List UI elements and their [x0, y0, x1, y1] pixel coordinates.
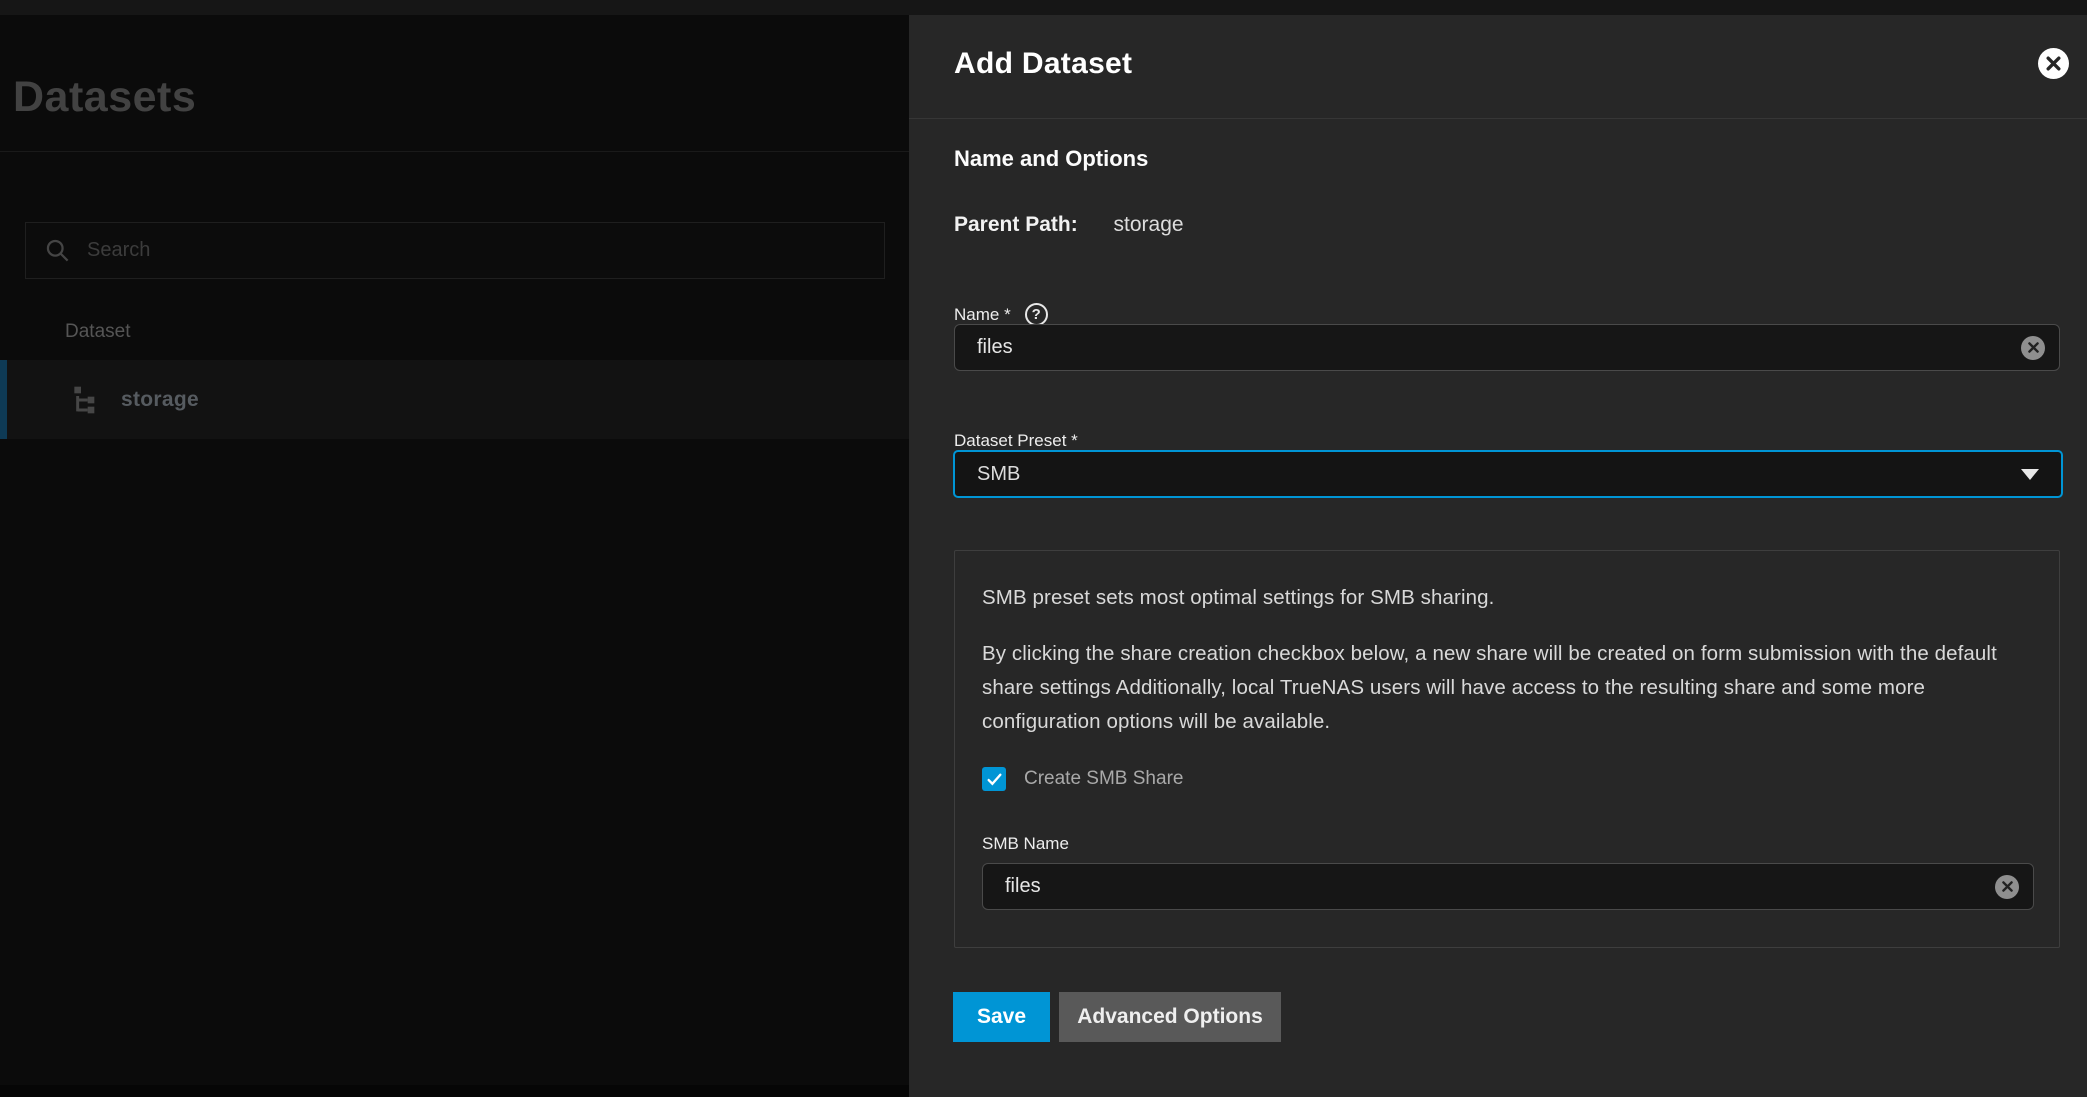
smb-name-input[interactable] — [1005, 875, 1995, 898]
column-header-dataset: Dataset — [65, 321, 130, 343]
parent-path: Parent Path: storage — [954, 213, 1184, 237]
name-input[interactable] — [977, 336, 2021, 359]
clear-name-button[interactable] — [2021, 336, 2045, 360]
advanced-options-button[interactable]: Advanced Options — [1059, 992, 1281, 1042]
dataset-row-label: storage — [121, 388, 199, 412]
clear-smb-name-button[interactable] — [1995, 875, 2019, 899]
checkmark-icon — [986, 771, 1003, 788]
panel-title: Add Dataset — [954, 47, 1132, 81]
preset-info-line2: By clicking the share creation checkbox … — [982, 637, 2034, 739]
clear-icon — [2001, 880, 2014, 893]
datasets-page-background: Datasets Dataset storage — [0, 15, 909, 1097]
smb-name-field[interactable] — [982, 863, 2034, 910]
preset-field-label: Dataset Preset * — [954, 431, 1078, 451]
chevron-down-icon — [2021, 469, 2039, 480]
create-smb-share-row: Create SMB Share — [982, 767, 1183, 791]
search-icon — [44, 237, 71, 264]
dataset-preset-select[interactable]: SMB — [953, 450, 2063, 498]
search-input[interactable] — [87, 239, 866, 262]
name-label-row: Name * ? — [954, 303, 1048, 326]
section-title: Name and Options — [954, 146, 1148, 172]
dataset-search-box[interactable] — [25, 222, 885, 279]
close-icon — [2045, 55, 2062, 72]
console-footer-strip — [0, 1085, 909, 1097]
close-button[interactable] — [2038, 48, 2069, 79]
parent-path-value: storage — [1114, 213, 1184, 236]
smb-name-label: SMB Name — [982, 834, 1069, 854]
help-icon[interactable]: ? — [1025, 303, 1048, 326]
preset-info-line1: SMB preset sets most optimal settings fo… — [982, 581, 2034, 615]
dataset-row-storage[interactable]: storage — [0, 360, 909, 439]
page-title: Datasets — [13, 73, 196, 122]
preset-selected-value: SMB — [977, 463, 1020, 486]
parent-path-label: Parent Path: — [954, 213, 1078, 236]
name-field-label: Name * — [954, 305, 1011, 325]
name-field[interactable] — [954, 324, 2060, 371]
create-smb-share-label: Create SMB Share — [1024, 768, 1183, 790]
save-button[interactable]: Save — [953, 992, 1050, 1042]
dataset-tree-icon — [69, 384, 101, 416]
add-dataset-panel: Add Dataset Name and Options Parent Path… — [909, 15, 2087, 1097]
panel-header: Add Dataset — [909, 15, 2087, 119]
header-divider — [0, 151, 909, 152]
clear-icon — [2027, 341, 2040, 354]
create-smb-share-checkbox[interactable] — [982, 767, 1006, 791]
form-actions: Save Advanced Options — [953, 992, 1281, 1042]
top-app-strip — [0, 0, 2087, 15]
smb-preset-info-box: SMB preset sets most optimal settings fo… — [954, 550, 2060, 948]
